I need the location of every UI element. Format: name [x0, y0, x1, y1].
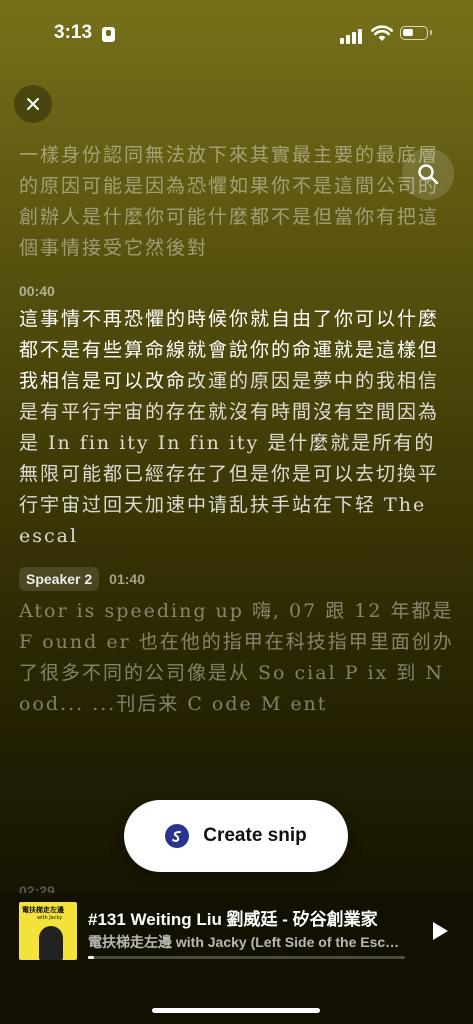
play-icon [433, 922, 448, 940]
lock-icon [102, 27, 115, 42]
episode-cover[interactable]: 電扶梯走左邊 with Jacky [19, 902, 77, 960]
status-bar: 3:13 [0, 0, 473, 70]
close-button[interactable] [14, 85, 52, 123]
status-time: 3:13 [54, 22, 93, 43]
show-title[interactable]: 電扶梯走左邊 with Jacky (Left Side of the Esca… [88, 932, 403, 952]
segment-timestamp[interactable]: 01:40 [109, 571, 145, 587]
speaker-badge[interactable]: Speaker 2 [19, 567, 100, 591]
mini-player[interactable]: 電扶梯走左邊 with Jacky #131 Weiting Liu 劉威廷 -… [0, 893, 473, 1024]
episode-title[interactable]: #131 Weiting Liu 劉威廷 - 矽谷創業家 [88, 905, 403, 930]
upcoming-text: 改運的原因是夢中的我相信是有平行宇宙的存在就沒有時間沒有空間因為是 In fin… [19, 370, 440, 547]
cover-person-image [39, 926, 63, 960]
segment-header: Speaker 2 01:40 [19, 566, 455, 592]
playback-progress[interactable] [88, 956, 405, 959]
create-snip-button[interactable]: Create snip [124, 800, 348, 872]
transcript-paragraph: Ator is speeding up 嗨, 07 跟 12 年都是 F oun… [19, 600, 454, 715]
segment-timestamp[interactable]: 00:40 [19, 283, 55, 299]
wifi-icon [371, 25, 393, 41]
snip-logo-icon [165, 824, 190, 848]
create-snip-label: Create snip [203, 825, 307, 846]
transcript-paragraph-current: 這事情不再恐懼的時候你就自由了你可以什麼都不是有些算命線就會說你的命運就是這樣但… [19, 304, 455, 552]
battery-icon [400, 26, 432, 40]
home-indicator[interactable] [152, 1008, 320, 1013]
search-button[interactable] [402, 148, 454, 200]
segment-header: 00:40 [19, 278, 455, 304]
transcript-paragraph: 一樣身份認同無法放下來其實最主要的最底層的原因可能是因為恐懼如果你不是這間公司的… [19, 144, 440, 259]
close-icon [27, 98, 39, 110]
cover-title: 電扶梯走左邊 [22, 906, 64, 914]
search-icon [418, 164, 439, 185]
signal-icon [340, 28, 364, 44]
transcript[interactable]: 一樣身份認同無法放下來其實最主要的最底層的原因可能是因為恐懼如果你不是這間公司的… [19, 140, 455, 720]
play-button[interactable] [428, 919, 452, 943]
playback-progress-fill [88, 956, 95, 959]
cover-subtitle: with Jacky [37, 915, 63, 921]
